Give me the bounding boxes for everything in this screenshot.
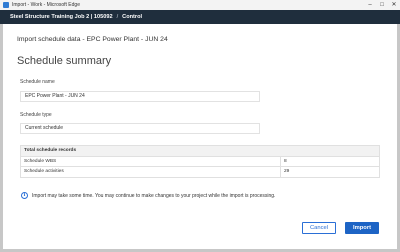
dialog-subheader: Import schedule data - EPC Power Plant -… (17, 36, 168, 43)
info-icon: i (21, 192, 28, 199)
schedule-name-label: Schedule name (20, 79, 55, 85)
table-row: Schedule activities 29 (20, 166, 380, 178)
app-header: Steel Structure Training Job 2 | 105092 … (0, 10, 400, 24)
cancel-button[interactable]: Cancel (302, 222, 336, 234)
schedule-name-field: EPC Power Plant - JUN 24 (20, 91, 260, 102)
schedule-type-label: Schedule type (20, 112, 52, 118)
page-title: Schedule summary (17, 55, 112, 67)
browser-app-icon (3, 2, 9, 8)
table-cell-label: Schedule WBS (20, 155, 281, 167)
window-title: Import - Work - Microsoft Edge (12, 2, 80, 8)
info-text: Import may take some time. You may conti… (32, 192, 276, 199)
table-cell-value: 29 (280, 166, 380, 178)
breadcrumb-project[interactable]: Steel Structure Training Job 2 | 105092 (10, 14, 113, 20)
info-message: i Import may take some time. You may con… (21, 192, 275, 199)
close-icon[interactable]: ✕ (388, 0, 400, 10)
schedule-type-field: Current schedule (20, 123, 260, 134)
table-header-row: Total schedule records (20, 145, 380, 157)
table-row: Schedule WBS 8 (20, 155, 380, 167)
table-header: Total schedule records (20, 145, 380, 157)
minimize-icon[interactable]: – (364, 0, 376, 10)
import-button[interactable]: Import (345, 222, 379, 234)
schedule-records-table: Total schedule records Schedule WBS 8 Sc… (20, 145, 380, 178)
browser-titlebar: Import - Work - Microsoft Edge – □ ✕ (0, 0, 400, 10)
window-controls: – □ ✕ (364, 0, 400, 10)
table-cell-label: Schedule activities (20, 166, 281, 178)
breadcrumb-separator: / (116, 14, 119, 20)
table-cell-value: 8 (280, 155, 380, 167)
breadcrumb-section[interactable]: Control (122, 14, 142, 20)
maximize-icon[interactable]: □ (376, 0, 388, 10)
